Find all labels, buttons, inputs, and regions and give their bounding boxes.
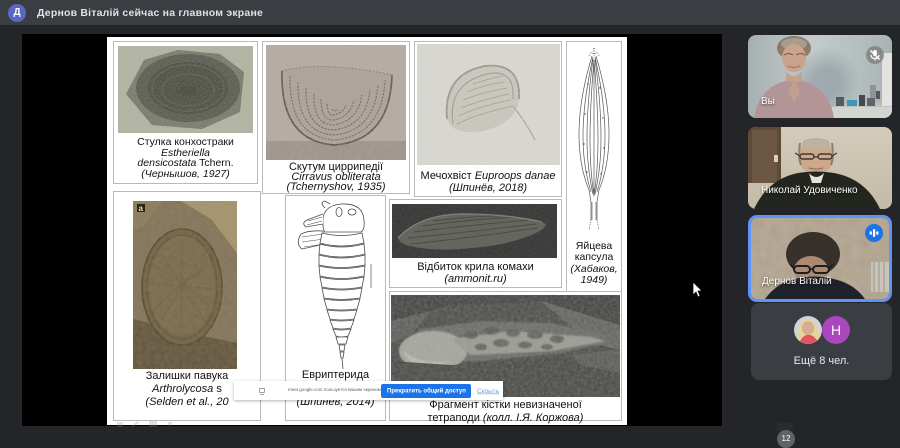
- svg-text:a: a: [139, 204, 144, 213]
